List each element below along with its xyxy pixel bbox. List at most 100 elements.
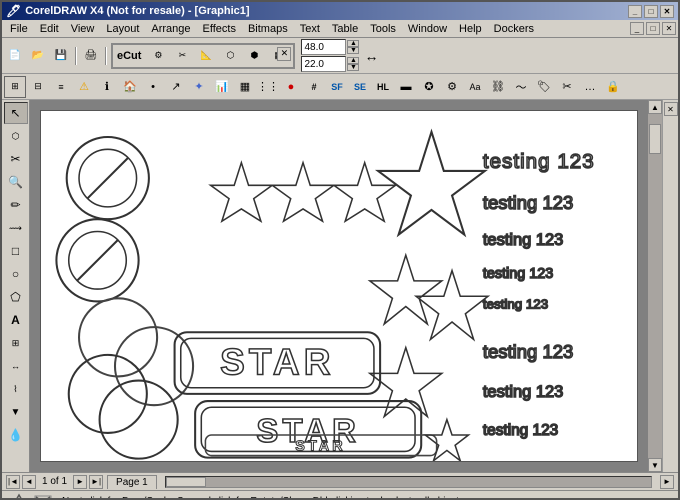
width-up-btn[interactable]: ▲ <box>347 40 359 47</box>
open-button[interactable]: 📂 <box>27 46 49 66</box>
svg-text:testing 123: testing 123 <box>483 341 573 362</box>
dim-tool[interactable]: ↔ <box>4 355 28 377</box>
tb-house-btn[interactable]: 🏠 <box>119 76 141 98</box>
smart-tool[interactable]: ⟿ <box>4 217 28 239</box>
page-navigation: |◄ ◄ 1 of 1 ► ►| <box>6 475 103 489</box>
shape-tool[interactable]: ⬡ <box>4 125 28 147</box>
next-page-button[interactable]: ► <box>73 475 87 489</box>
tb-circle-btn[interactable]: ● <box>280 76 302 98</box>
scroll-thumb[interactable] <box>649 124 661 154</box>
menu-bitmaps[interactable]: Bitmaps <box>242 22 294 36</box>
canvas-area: STAR STAR STAR <box>30 100 662 472</box>
eyedrop-tool[interactable]: 💧 <box>4 424 28 446</box>
tb-sf2-btn[interactable]: SE <box>349 76 371 98</box>
new-button[interactable]: 📄 <box>4 46 26 66</box>
tb-chain-btn[interactable]: ⛓ <box>487 76 509 98</box>
ecut-btn1[interactable]: ⚙ <box>147 46 169 66</box>
hscroll-thumb[interactable] <box>166 477 206 487</box>
height-down-btn[interactable]: ▼ <box>347 64 359 71</box>
last-page-button[interactable]: ►| <box>89 475 103 489</box>
text-tool[interactable]: A <box>4 309 28 331</box>
tb-chart-btn[interactable]: 📊 <box>211 76 233 98</box>
tb-cut2-btn[interactable]: ✂ <box>556 76 578 98</box>
tb-tag-btn[interactable]: 🏷 <box>533 76 555 98</box>
first-page-button[interactable]: |◄ <box>6 475 20 489</box>
height-input[interactable]: 22.0 <box>301 56 346 72</box>
hscroll-right-button[interactable]: ► <box>660 475 674 489</box>
sep1 <box>75 47 77 65</box>
tb-warn-btn[interactable]: ⚠ <box>73 76 95 98</box>
width-down-btn[interactable]: ▼ <box>347 47 359 54</box>
tb-more-btn[interactable]: … <box>579 76 601 98</box>
save-button[interactable]: 💾 <box>50 46 72 66</box>
ecut-close-button[interactable]: ✕ <box>277 47 291 61</box>
minimize-button[interactable]: _ <box>628 5 642 18</box>
tb-gear-btn[interactable]: ⚙ <box>441 76 463 98</box>
tb-info-btn[interactable]: ℹ <box>96 76 118 98</box>
menu-window[interactable]: Window <box>402 22 453 36</box>
tb-rect-btn[interactable]: ▬ <box>395 76 417 98</box>
close-button[interactable]: ✕ <box>660 5 674 18</box>
transform-x <box>32 493 54 500</box>
tb-dot-btn[interactable]: • <box>142 76 164 98</box>
canvas-svg: STAR STAR STAR <box>41 111 637 461</box>
inner-minimize[interactable]: _ <box>630 22 644 35</box>
crop-tool[interactable]: ✂ <box>4 148 28 170</box>
tb-bar-btn[interactable]: ▦ <box>234 76 256 98</box>
menu-edit[interactable]: Edit <box>34 22 65 36</box>
width-input[interactable]: 48.0 <box>301 39 346 55</box>
select-tool[interactable]: ↖ <box>4 102 28 124</box>
scroll-down-button[interactable]: ▼ <box>648 458 662 472</box>
prev-page-button[interactable]: ◄ <box>22 475 36 489</box>
scroll-track[interactable] <box>648 114 662 458</box>
menu-layout[interactable]: Layout <box>100 22 145 36</box>
ecut-btn4[interactable]: ⬡ <box>219 46 241 66</box>
cursor-icon-area: ↔ <box>364 48 378 64</box>
tb-wave-btn[interactable]: 〜 <box>510 76 532 98</box>
menu-file[interactable]: File <box>4 22 34 36</box>
rect-tool[interactable]: □ <box>4 240 28 262</box>
maximize-button[interactable]: □ <box>644 5 658 18</box>
right-edge: ✕ <box>662 100 678 472</box>
menu-effects[interactable]: Effects <box>197 22 242 36</box>
height-up-btn[interactable]: ▲ <box>347 57 359 64</box>
freehand-tool[interactable]: ✏ <box>4 194 28 216</box>
tb-font-btn[interactable]: Aa <box>464 76 486 98</box>
tb-star-btn[interactable]: ✦ <box>188 76 210 98</box>
horizontal-scrollbar[interactable] <box>165 476 652 488</box>
print-button[interactable]: 🖨 <box>80 46 102 66</box>
tb-sf1-btn[interactable]: SF <box>326 76 348 98</box>
polygon-tool[interactable]: ⬠ <box>4 286 28 308</box>
page-tab[interactable]: Page 1 <box>107 475 157 489</box>
tb-dots-btn[interactable]: ⋮⋮ <box>257 76 279 98</box>
ellipse-tool[interactable]: ○ <box>4 263 28 285</box>
connector-tool[interactable]: ⌇ <box>4 378 28 400</box>
zoom-tool[interactable]: 🔍 <box>4 171 28 193</box>
table-tool[interactable]: ⊞ <box>4 332 28 354</box>
tb-hl-btn[interactable]: HL <box>372 76 394 98</box>
menu-view[interactable]: View <box>65 22 101 36</box>
tb-hash-btn[interactable]: # <box>303 76 325 98</box>
menu-text[interactable]: Text <box>294 22 326 36</box>
menu-tools[interactable]: Tools <box>364 22 402 36</box>
tb-arrow-btn[interactable]: ↗ <box>165 76 187 98</box>
menu-dockers[interactable]: Dockers <box>488 22 540 36</box>
tb-star2-btn[interactable]: ✪ <box>418 76 440 98</box>
tb-snap-btn[interactable]: ⊞ <box>4 76 26 98</box>
cursor-icon: ↔ <box>364 48 378 64</box>
menu-table[interactable]: Table <box>326 22 364 36</box>
menu-bar: File Edit View Layout Arrange Effects Bi… <box>2 20 678 38</box>
edge-x-button[interactable]: ✕ <box>664 102 678 116</box>
tb-lock-btn[interactable]: 🔒 <box>602 76 624 98</box>
scroll-up-button[interactable]: ▲ <box>648 100 662 114</box>
tb-grid-btn[interactable]: ⊟ <box>27 76 49 98</box>
tb-align-btn[interactable]: ≡ <box>50 76 72 98</box>
ecut-btn2[interactable]: ✂ <box>171 46 193 66</box>
ecut-btn3[interactable]: 📐 <box>195 46 217 66</box>
inner-restore[interactable]: □ <box>646 22 660 35</box>
fill-tool[interactable]: ▼ <box>4 401 28 423</box>
menu-arrange[interactable]: Arrange <box>145 22 196 36</box>
menu-help[interactable]: Help <box>453 22 488 36</box>
inner-close[interactable]: ✕ <box>662 22 676 35</box>
ecut-btn5[interactable]: ⬢ <box>243 46 265 66</box>
